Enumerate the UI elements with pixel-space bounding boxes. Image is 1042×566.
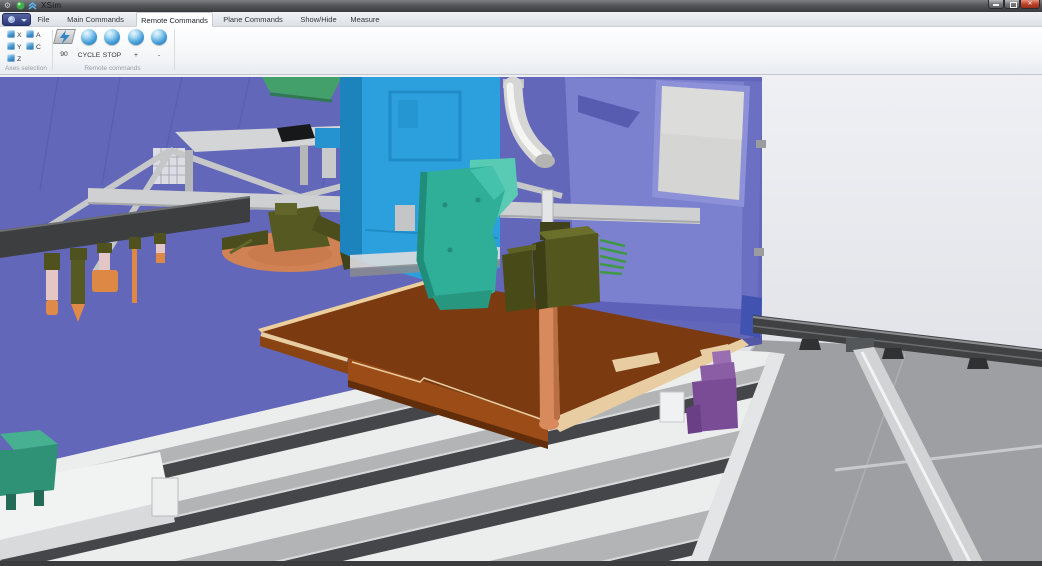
group-label-remote-commands: Remote commands xyxy=(55,65,170,72)
title-bar: ⚙ XSim ✕ xyxy=(0,0,1042,12)
button-cycle[interactable]: CYCLE xyxy=(77,29,101,59)
axis-checkbox-c[interactable]: C xyxy=(26,42,41,51)
maximize-icon[interactable] xyxy=(1004,0,1020,9)
tool-1 xyxy=(44,253,60,315)
application-menu-button[interactable] xyxy=(2,13,31,26)
window-bottom-edge xyxy=(0,561,1042,566)
tab-main-commands[interactable]: Main Commands xyxy=(57,12,134,27)
app-orb-icon xyxy=(8,16,15,23)
button-plus[interactable]: + xyxy=(124,29,148,59)
axis-cube-icon xyxy=(26,30,34,38)
blue-sphere-icon xyxy=(151,29,167,45)
salmon-post xyxy=(539,300,560,430)
tab-measure[interactable]: Measure xyxy=(345,12,385,27)
lightning-icon xyxy=(57,30,71,44)
axis-cube-icon xyxy=(26,42,34,50)
xsim-window: { "window": { "title": "XSim", "quick_ac… xyxy=(0,0,1042,566)
tab-show-hide[interactable]: Show/Hide xyxy=(292,12,345,27)
close-icon[interactable]: ✕ xyxy=(1020,0,1040,9)
ribbon-tab-row: File Main Commands Remote Commands Plane… xyxy=(0,12,1042,27)
group-divider xyxy=(174,30,175,70)
ribbon-body: X Y Z A C Axes selection 90 CYCLE STOP +… xyxy=(0,27,1042,75)
expand-up-icon[interactable] xyxy=(28,1,37,10)
axis-checkbox-y[interactable]: Y xyxy=(7,42,22,51)
blue-sphere-icon xyxy=(81,29,97,45)
axis-checkbox-a[interactable]: A xyxy=(26,30,41,39)
axis-cube-icon xyxy=(7,30,15,38)
tab-plane-commands[interactable]: Plane Commands xyxy=(214,12,292,27)
minimize-icon[interactable] xyxy=(988,0,1004,9)
simulation-viewport[interactable] xyxy=(0,75,1042,566)
axis-checkbox-x[interactable]: X xyxy=(7,30,22,39)
caret-down-icon xyxy=(21,19,27,22)
blue-sphere-icon xyxy=(104,29,120,45)
group-label-axes-selection: Axes selection xyxy=(2,65,50,72)
tools-icon[interactable]: ⚙ xyxy=(3,1,12,10)
tab-remote-commands[interactable]: Remote Commands xyxy=(136,12,213,27)
button-stop[interactable]: STOP xyxy=(100,29,124,59)
button-minus[interactable]: - xyxy=(147,29,171,59)
axis-checkbox-z[interactable]: Z xyxy=(7,54,21,63)
blue-sphere-icon xyxy=(128,29,144,45)
button-90[interactable]: 90 xyxy=(52,29,76,58)
window-title: XSim xyxy=(41,1,61,10)
axis-cube-icon xyxy=(7,42,15,50)
tab-file[interactable]: File xyxy=(30,12,57,27)
bed-stop-block xyxy=(152,478,178,516)
lightning-tile-icon xyxy=(53,29,76,44)
run-status-sphere-icon[interactable] xyxy=(16,1,25,10)
axis-cube-icon xyxy=(7,54,15,62)
enclosure-window xyxy=(652,80,750,207)
